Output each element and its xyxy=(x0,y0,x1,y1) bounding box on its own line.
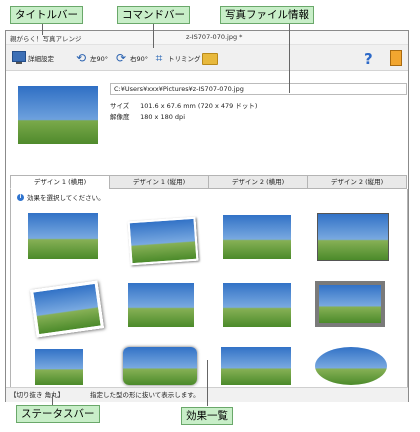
photo-thumbnail xyxy=(18,86,98,144)
status-effect-name: 【切り抜き 角丸】 xyxy=(10,391,65,399)
effect-item[interactable] xyxy=(29,280,105,338)
callout-effects: 効果一覧 xyxy=(181,407,233,425)
callout-fileinfo: 写真ファイル情報 xyxy=(220,6,314,24)
effect-item[interactable] xyxy=(315,347,387,385)
callout-fileinfo-pointer xyxy=(289,23,290,93)
help-button[interactable]: ? xyxy=(364,49,378,68)
effect-item[interactable] xyxy=(223,283,291,327)
callout-statusbar: ステータスバー xyxy=(16,405,100,423)
trim-button[interactable]: ⌗ トリミング xyxy=(152,49,201,66)
size-value: 101.6 x 67.6 mm (720 x 479 ドット) xyxy=(140,102,258,110)
callout-commandbar: コマンドバー xyxy=(117,6,190,24)
tab-design2-landscape[interactable]: デザイン 2 (横用) xyxy=(208,175,308,189)
callout-titlebar: タイトルバー xyxy=(10,6,83,24)
effect-item[interactable] xyxy=(223,215,291,259)
size-row: サイズ 101.6 x 67.6 mm (720 x 479 ドット) xyxy=(110,100,257,110)
app-window: 親がらく！写真アレンジ z-IS707-070.jpg * 詳細設定 ⟲ 左90… xyxy=(5,30,409,402)
rotate-right-icon: ⟳ xyxy=(115,50,127,65)
window-filename: z-IS707-070.jpg * xyxy=(186,33,243,41)
callout-commandbar-pointer xyxy=(153,23,154,48)
exit-button[interactable] xyxy=(390,49,402,66)
callout-titlebar-pointer xyxy=(42,23,43,35)
hint-row: i 効果を選択してください。 xyxy=(17,192,105,202)
help-icon: ? xyxy=(364,49,373,68)
tab-design1-portrait[interactable]: デザイン 1 (縦用) xyxy=(109,175,209,189)
rotate-left-button[interactable]: ⟲ 左90° xyxy=(74,49,108,66)
open-folder-button[interactable] xyxy=(202,49,218,66)
info-icon: i xyxy=(17,193,24,201)
hint-text: 効果を選択してください。 xyxy=(27,194,105,202)
status-description: 指定した型の形に抜いて表示します。 xyxy=(90,391,200,399)
effect-item[interactable] xyxy=(317,213,389,261)
callout-effects-pointer xyxy=(207,360,208,406)
resolution-value: 180 x 180 dpi xyxy=(140,113,185,121)
effect-item[interactable] xyxy=(35,349,83,385)
size-label: サイズ xyxy=(110,102,130,110)
exit-icon xyxy=(390,49,402,66)
tab-design1-landscape[interactable]: デザイン 1 (横用) xyxy=(10,175,110,189)
resolution-label: 解像度 xyxy=(110,113,130,121)
effect-item[interactable] xyxy=(128,283,194,327)
effect-item[interactable] xyxy=(28,213,98,259)
rotate-right-button[interactable]: ⟳ 右90° xyxy=(114,49,148,66)
title-bar: 親がらく！写真アレンジ z-IS707-070.jpg * xyxy=(6,31,408,45)
command-bar: 詳細設定 ⟲ 左90° ⟳ 右90° ⌗ トリミング ? xyxy=(6,45,408,71)
design-tabs: デザイン 1 (横用) デザイン 1 (縦用) デザイン 2 (横用) デザイン… xyxy=(10,175,407,189)
crop-icon: ⌗ xyxy=(155,50,163,65)
effects-panel: i 効果を選択してください。 xyxy=(10,189,408,388)
effect-item[interactable] xyxy=(123,347,197,385)
effect-item[interactable] xyxy=(315,281,385,327)
rotate-left-icon: ⟲ xyxy=(75,50,87,65)
effect-item[interactable] xyxy=(221,347,291,385)
file-info-panel: C:¥Users¥xxx¥Pictures¥z-IS707-070.jpg サイ… xyxy=(6,71,408,171)
callout-statusbar-pointer xyxy=(52,395,53,405)
window-title: 親がらく！写真アレンジ xyxy=(10,35,82,43)
effect-item[interactable] xyxy=(127,216,199,266)
file-path: C:¥Users¥xxx¥Pictures¥z-IS707-070.jpg xyxy=(110,83,407,95)
resolution-row: 解像度 180 x 180 dpi xyxy=(110,111,185,121)
tab-design2-portrait[interactable]: デザイン 2 (縦用) xyxy=(307,175,407,189)
monitor-icon xyxy=(12,50,26,64)
folder-icon xyxy=(202,52,218,65)
detail-settings-button[interactable]: 詳細設定 xyxy=(12,49,54,66)
